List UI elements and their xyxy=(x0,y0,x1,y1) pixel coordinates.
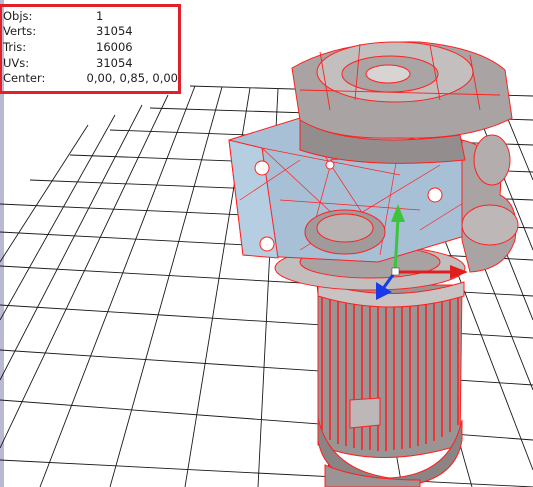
stat-center: Center: 0,00, 0,85, 0,00 xyxy=(3,70,178,86)
stat-value: 1 xyxy=(96,8,104,23)
stat-objs: Objs: 1 xyxy=(3,8,178,24)
stat-label: UVs: xyxy=(3,55,30,70)
stat-value: 31054 xyxy=(96,55,133,70)
stat-label: Tris: xyxy=(3,39,27,54)
stat-label: Verts: xyxy=(3,24,37,39)
stat-value: 16006 xyxy=(96,39,133,54)
stat-tris: Tris: 16006 xyxy=(3,39,178,55)
stat-value: 0,00, 0,85, 0,00 xyxy=(86,71,178,86)
stat-uvs: UVs: 31054 xyxy=(3,55,178,71)
stat-value: 31054 xyxy=(96,24,133,39)
gizmo-center[interactable] xyxy=(391,267,400,276)
stat-verts: Verts: 31054 xyxy=(3,24,178,40)
mesh-stats-overlay: Objs: 1 Verts: 31054 Tris: 16006 UVs: 31… xyxy=(0,4,181,94)
stat-label: Objs: xyxy=(3,8,33,23)
stat-label: Center: xyxy=(3,71,46,86)
